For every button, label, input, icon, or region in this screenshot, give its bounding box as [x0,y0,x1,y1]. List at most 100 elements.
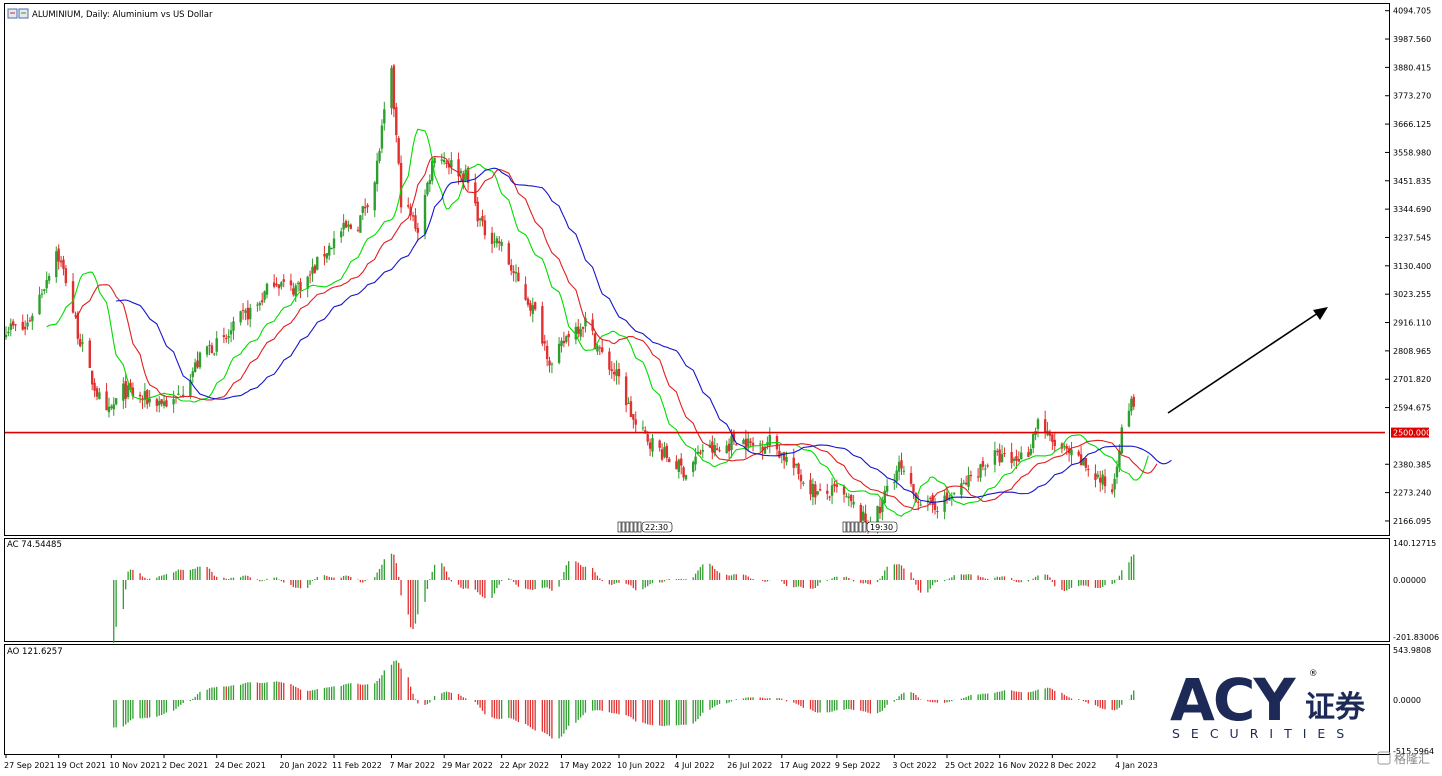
price-tick-label: 4094.705 [1393,7,1431,16]
candle-body [550,363,554,365]
candle-body [768,435,772,446]
candle-body [325,253,329,259]
ao-label: AO 121.6257 [7,647,63,657]
candle-body [629,401,633,417]
time-tick-label: 10 Jun 2022 [617,761,665,770]
candle-body [833,483,836,486]
candle-body [1010,451,1013,463]
candle-body [98,392,101,400]
candle-body [682,467,685,478]
candle-body [814,484,817,498]
candle-body [1036,419,1040,429]
candle-body [114,398,118,405]
candle-body [280,282,283,287]
candle-body [883,490,886,504]
candle-body [718,450,721,452]
candle-body [28,320,32,322]
candle-body [895,470,898,482]
candle-body [313,265,317,273]
candle-body [782,452,786,461]
candle-body [361,206,364,213]
candle-body [232,321,235,331]
time-tick-label: 16 Nov 2022 [998,761,1049,770]
candle-body [57,248,60,262]
time-tick-label: 24 Dec 2021 [215,761,266,770]
logo-chinese: 证券 [1305,690,1366,725]
candle-body [730,436,733,451]
candle-body [340,231,343,238]
candle-body [225,338,228,340]
candle-body [43,289,46,291]
candle-body [390,67,393,109]
candle-body [146,390,149,405]
candle-body [960,483,963,495]
candle-body [943,495,946,512]
candle-body [440,159,443,161]
candle-body [1063,446,1066,448]
candle-body [158,400,161,406]
candle-body [263,291,266,300]
candle-body [229,330,233,335]
candle-body [541,306,544,344]
candle-body [998,449,1001,463]
candle-body [826,490,829,494]
candle-body [344,221,348,228]
candle-body [493,241,496,243]
candle-body [47,275,51,281]
price-tick-label: 3130.400 [1393,262,1431,271]
candle-body [514,272,518,274]
candle-body [122,383,125,401]
time-tick-label: 3 Oct 2022 [892,761,936,770]
candle-body [562,340,566,344]
candle-body [663,447,666,457]
candle-body [7,331,10,334]
candle-body [162,401,166,406]
ao-axis-label: 543.9808 [1393,646,1431,655]
candle-body [617,368,621,377]
candle-body [747,438,750,447]
time-tick-label: 26 Jul 2022 [727,761,772,770]
candle-body [964,482,968,485]
candle-body [507,243,511,265]
candle-body [969,474,973,477]
candle-body [459,170,463,174]
event-marker[interactable]: 19:30 [842,521,898,533]
candle-body [90,370,94,385]
event-marker[interactable]: 22:30 [617,521,673,533]
acy-logo: ACY ® 证券 SECURITIES [1170,666,1366,741]
candle-body [45,280,48,289]
candle-body [265,283,269,295]
trend-arrow [1167,307,1328,414]
candle-body [545,345,549,360]
time-tick-label: 9 Sep 2022 [835,761,881,770]
time-tick-label: 4 Jul 2022 [674,761,714,770]
watermark: 格隆汇 [1377,751,1430,766]
candle-body [660,449,664,460]
ac-histogram [113,553,1135,643]
time-tick-label: 17 May 2022 [560,761,612,770]
candle-body [208,344,211,346]
candle-body [222,335,226,338]
candle-body [624,376,628,406]
candle-body [976,476,980,478]
candle-body [272,282,276,287]
candle-body [543,341,546,344]
candle-body [198,352,202,368]
candle-body [244,310,247,313]
ao-axis-label: 0.0000 [1393,696,1421,705]
candle-body [40,293,44,295]
candle-body [517,272,520,282]
candle-body [342,223,345,230]
watermark-text: 格隆汇 [1394,751,1430,766]
candle-body [31,315,34,322]
logo-brand: ACY [1170,666,1296,734]
time-tick-label: 10 Nov 2021 [109,761,160,770]
candle-body [55,251,58,278]
time-tick-label: 11 Feb 2022 [332,761,382,770]
candle-body [984,468,987,470]
candle-body [1053,439,1056,447]
ma-line-slow [116,167,1172,503]
candle-body [778,450,781,458]
candle-body [375,160,379,185]
candle-body [9,323,12,331]
